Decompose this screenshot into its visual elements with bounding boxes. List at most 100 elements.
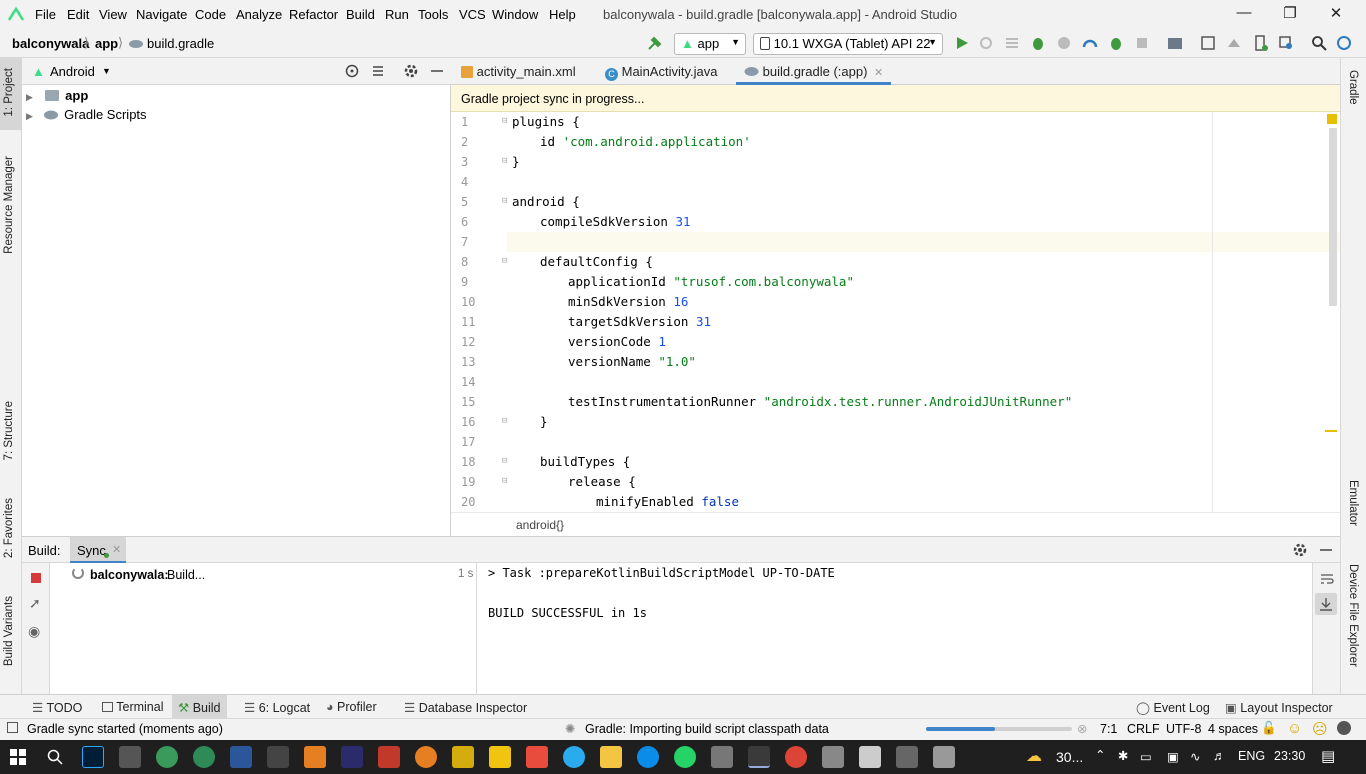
run-config-select[interactable]: ▲ app ▼ — [674, 33, 746, 55]
eye-icon[interactable]: ◉ — [28, 623, 40, 640]
tree-item-gradle-scripts[interactable]: ▶ Gradle Scripts — [26, 107, 147, 127]
tool-tab-terminal[interactable]: Terminal — [96, 695, 170, 719]
tool-tab-resource-manager[interactable]: Resource Manager — [3, 156, 15, 254]
minimize-panel-icon[interactable] — [429, 63, 445, 79]
wifi-icon[interactable]: ∿ — [1190, 749, 1200, 764]
menu-help[interactable]: Help — [549, 7, 576, 22]
breadcrumb-project[interactable]: balconywala — [12, 36, 89, 51]
fold-icon[interactable]: ⊟ — [502, 196, 507, 206]
close-window-button[interactable]: ✕ — [1316, 4, 1356, 26]
editor-scrollbar[interactable] — [1329, 128, 1337, 306]
tool-tab-build[interactable]: ⚒ Build — [172, 695, 227, 719]
attach-debugger-icon[interactable] — [1082, 35, 1098, 51]
tool-tab-project[interactable]: 1: Project — [3, 68, 15, 117]
profile-icon[interactable] — [1056, 35, 1072, 51]
tool-tab-device-file-explorer[interactable]: Device File Explorer — [1347, 564, 1359, 667]
hammer-build-icon[interactable] — [646, 35, 662, 51]
pin-icon[interactable]: ➚ — [29, 595, 41, 612]
avd-manager-icon[interactable] — [1200, 35, 1216, 51]
lock-icon[interactable]: 🔓 — [1261, 721, 1277, 736]
tool-tab-structure[interactable]: 7: Structure — [3, 401, 15, 460]
breadcrumb-file[interactable]: build.gradle — [147, 36, 214, 51]
breadcrumb-android-block[interactable]: android{} — [516, 518, 564, 532]
code-editor[interactable]: 1 2 3 4 5 6 7 8 9 10 11 12 13 14 15 16 1… — [451, 112, 1340, 512]
tool-tab-profiler[interactable]: ◕ Profiler — [320, 695, 383, 719]
battery-icon[interactable]: ▭ — [1140, 749, 1152, 764]
collapse-all-icon[interactable] — [370, 63, 386, 79]
menu-file[interactable]: File — [35, 7, 56, 22]
file-explorer-icon[interactable] — [600, 746, 622, 768]
cancel-task-icon[interactable]: ⊗ — [1077, 721, 1087, 736]
menu-run[interactable]: Run — [385, 7, 409, 22]
fold-icon[interactable]: ⊟ — [502, 156, 507, 166]
indent-setting[interactable]: 4 spaces — [1208, 722, 1258, 736]
project-structure-icon[interactable] — [1167, 35, 1183, 51]
run-icon[interactable] — [954, 35, 970, 51]
tool-tab-logcat[interactable]: ☰ 6: Logcat — [238, 695, 316, 719]
taskbar-search-icon[interactable] — [47, 749, 63, 765]
edge-icon[interactable] — [637, 746, 659, 768]
device-select[interactable]: 10.1 WXGA (Tablet) API 22 ▼ — [753, 33, 943, 55]
tool-tab-database-inspector[interactable]: ☰ Database Inspector — [398, 695, 533, 719]
device-manager-icon[interactable] — [1252, 35, 1268, 51]
app-icon[interactable] — [378, 746, 400, 768]
windows-start-icon[interactable] — [10, 749, 26, 765]
menu-window[interactable]: Window — [492, 7, 538, 22]
stop-build-icon[interactable] — [31, 573, 41, 583]
chevron-down-icon[interactable]: ▼ — [102, 66, 111, 76]
attach-process-icon[interactable] — [1108, 35, 1124, 51]
minimize-panel-icon[interactable] — [1318, 542, 1334, 558]
tree-item-app[interactable]: ▶ app — [26, 88, 88, 108]
google-account-icon[interactable] — [1336, 35, 1352, 51]
menu-view[interactable]: View — [99, 7, 127, 22]
whatsapp-icon[interactable] — [674, 746, 696, 768]
background-task-text[interactable]: Gradle: Importing build script classpath… — [585, 722, 829, 736]
app-icon[interactable] — [193, 746, 215, 768]
menu-analyze[interactable]: Analyze — [236, 7, 282, 22]
store-icon[interactable] — [859, 746, 881, 768]
menu-refactor[interactable]: Refactor — [289, 7, 338, 22]
inspection-status-icon[interactable] — [1327, 114, 1337, 124]
project-view-mode[interactable]: Android — [50, 64, 95, 79]
apply-changes-icon[interactable] — [978, 35, 994, 51]
app-icon[interactable] — [119, 746, 141, 768]
close-tab-icon[interactable]: ✕ — [112, 543, 121, 556]
close-tab-icon[interactable]: ✕ — [874, 67, 883, 79]
maximize-button[interactable]: ❐ — [1270, 4, 1310, 26]
fold-icon[interactable]: ⊟ — [502, 116, 507, 126]
calculator-icon[interactable] — [267, 746, 289, 768]
tool-windows-icon[interactable] — [7, 722, 18, 733]
soft-wrap-icon[interactable] — [1319, 571, 1335, 587]
app-icon[interactable] — [304, 746, 326, 768]
app-icon[interactable] — [341, 746, 363, 768]
breadcrumb-module[interactable]: app — [95, 36, 118, 51]
android-studio-taskbar-icon[interactable] — [748, 746, 770, 768]
debug-icon[interactable] — [1030, 35, 1046, 51]
app-icon[interactable] — [526, 746, 548, 768]
layout-inspector-icon[interactable] — [1278, 35, 1294, 51]
clock[interactable]: 23:30 — [1274, 749, 1305, 763]
fold-icon[interactable]: ⊟ — [502, 416, 507, 426]
tool-tab-gradle[interactable]: Gradle — [1347, 70, 1359, 105]
tab-sync[interactable]: Sync ✕ — [70, 537, 126, 563]
bluetooth-icon[interactable]: ✱ — [1118, 748, 1128, 763]
notifications-center-icon[interactable]: ▤ — [1321, 747, 1335, 765]
build-task-row[interactable]: balconywala: Build... 1 s — [50, 565, 476, 585]
tool-tab-event-log[interactable]: ◯ Event Log — [1130, 695, 1216, 719]
tool-tab-favorites[interactable]: 2: Favorites — [3, 498, 15, 558]
menu-build[interactable]: Build — [346, 7, 375, 22]
volume-icon[interactable]: ♬ — [1213, 749, 1226, 763]
menu-navigate[interactable]: Navigate — [136, 7, 187, 22]
fold-icon[interactable]: ⊟ — [502, 256, 507, 266]
fold-icon[interactable]: ⊟ — [502, 476, 507, 486]
search-app-icon[interactable] — [415, 746, 437, 768]
language-indicator[interactable]: ENG — [1238, 749, 1265, 763]
line-separator[interactable]: CRLF — [1127, 722, 1160, 736]
happy-feedback-icon[interactable]: ☺ — [1287, 720, 1302, 737]
app-icon[interactable] — [452, 746, 474, 768]
app-icon[interactable] — [711, 746, 733, 768]
app-icon[interactable] — [489, 746, 511, 768]
app-icon[interactable] — [896, 746, 918, 768]
stop-icon[interactable] — [1134, 35, 1150, 51]
tab-activity-main-xml[interactable]: activity_main.xml — [453, 58, 584, 85]
